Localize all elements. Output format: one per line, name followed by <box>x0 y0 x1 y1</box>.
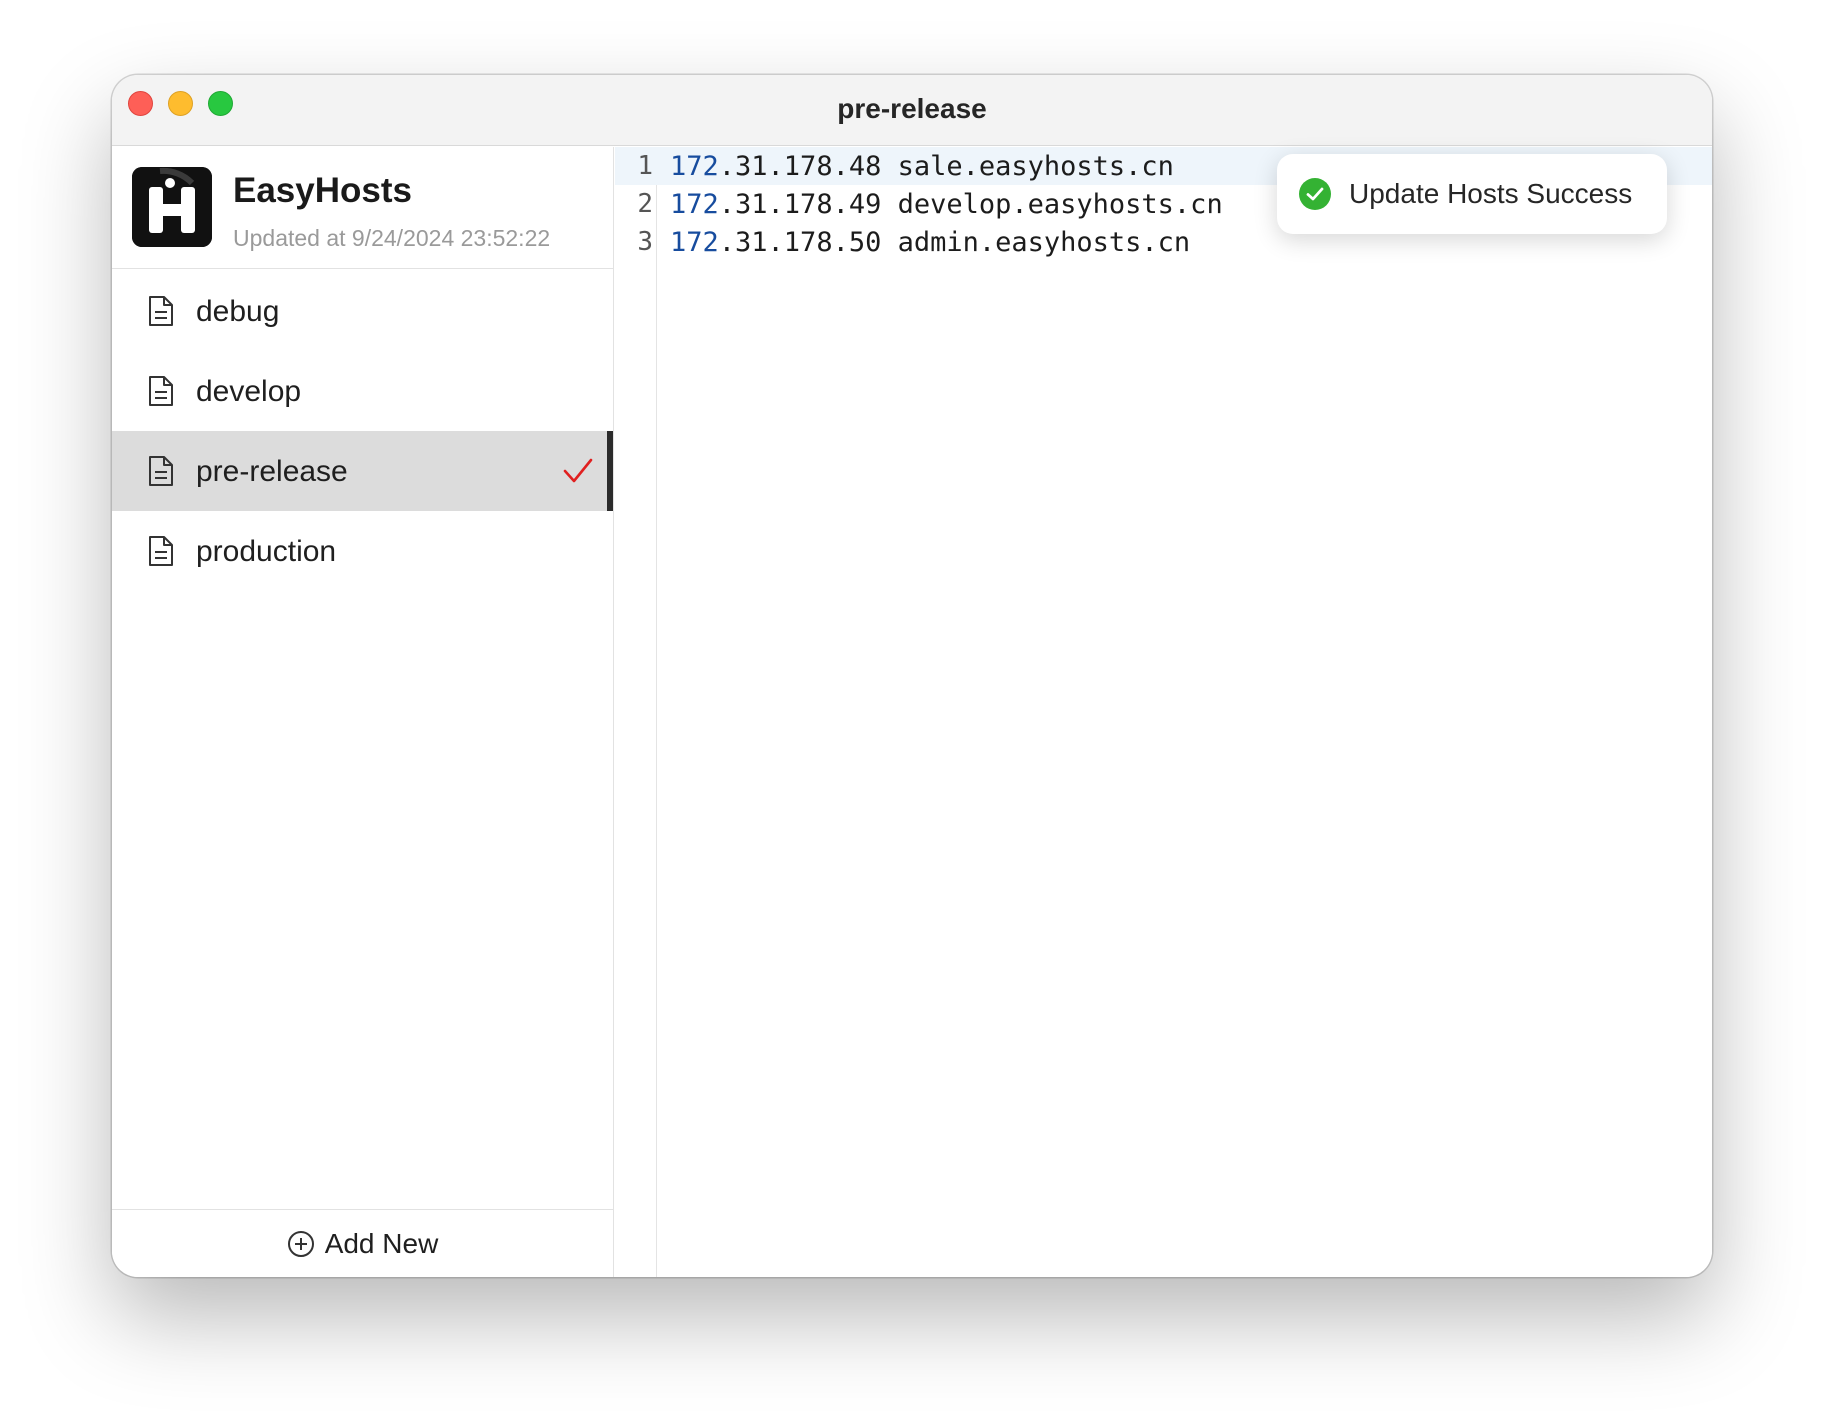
app-logo <box>132 167 212 247</box>
file-item-label: develop <box>196 375 302 408</box>
line-content: 172.31.178.50 admin.easyhosts.cn <box>670 227 1190 258</box>
success-toast: Update Hosts Success <box>1277 154 1667 234</box>
last-updated-text: Updated at 9/24/2024 23:52:22 <box>233 225 551 251</box>
document-icon <box>149 456 173 486</box>
toast-message: Update Hosts Success <box>1349 178 1633 209</box>
line-content: 172.31.178.48 sale.easyhosts.cn <box>670 151 1174 182</box>
file-item-production[interactable]: production <box>112 511 613 591</box>
ip-prefix: 172 <box>670 189 719 220</box>
line-rest: .31.178.49 develop.easyhosts.cn <box>718 189 1223 220</box>
line-number: 2 <box>637 189 653 219</box>
file-item-develop[interactable]: develop <box>112 351 613 431</box>
app-header: EasyHosts Updated at 9/24/2024 23:52:22 <box>112 147 613 269</box>
checkmark-icon <box>563 458 593 483</box>
hosts-editor[interactable]: 1 172.31.178.48 sale.easyhosts.cn 2 172.… <box>615 147 1712 1277</box>
hosts-file-list: debug develop pre-release production <box>112 271 613 591</box>
plus-circle-icon <box>287 1230 314 1257</box>
line-content: 172.31.178.49 develop.easyhosts.cn <box>670 189 1223 220</box>
ip-prefix: 172 <box>670 227 719 258</box>
line-number-gutter <box>615 147 657 1277</box>
app-name: EasyHosts <box>233 171 412 210</box>
file-item-debug[interactable]: debug <box>112 271 613 351</box>
document-icon <box>149 536 173 566</box>
window-title: pre-release <box>837 93 987 124</box>
success-check-icon <box>1299 178 1331 210</box>
line-number: 3 <box>637 227 653 257</box>
ip-prefix: 172 <box>670 151 719 182</box>
file-item-label: production <box>196 535 337 568</box>
line-number: 1 <box>637 151 653 181</box>
sidebar: EasyHosts Updated at 9/24/2024 23:52:22 … <box>112 147 614 1277</box>
document-icon <box>149 296 173 326</box>
title-bar[interactable]: pre-release <box>112 75 1712 146</box>
file-item-label: debug <box>196 295 280 328</box>
app-window: pre-release EasyHosts Updated at 9/24/20… <box>112 75 1712 1277</box>
file-item-pre-release[interactable]: pre-release <box>112 431 613 511</box>
add-new-button[interactable]: Add New <box>112 1209 613 1277</box>
file-item-label: pre-release <box>196 455 348 488</box>
add-new-label: Add New <box>324 1227 439 1259</box>
line-rest: .31.178.50 admin.easyhosts.cn <box>718 227 1191 258</box>
document-icon <box>149 376 173 406</box>
line-rest: .31.178.48 sale.easyhosts.cn <box>718 151 1174 182</box>
